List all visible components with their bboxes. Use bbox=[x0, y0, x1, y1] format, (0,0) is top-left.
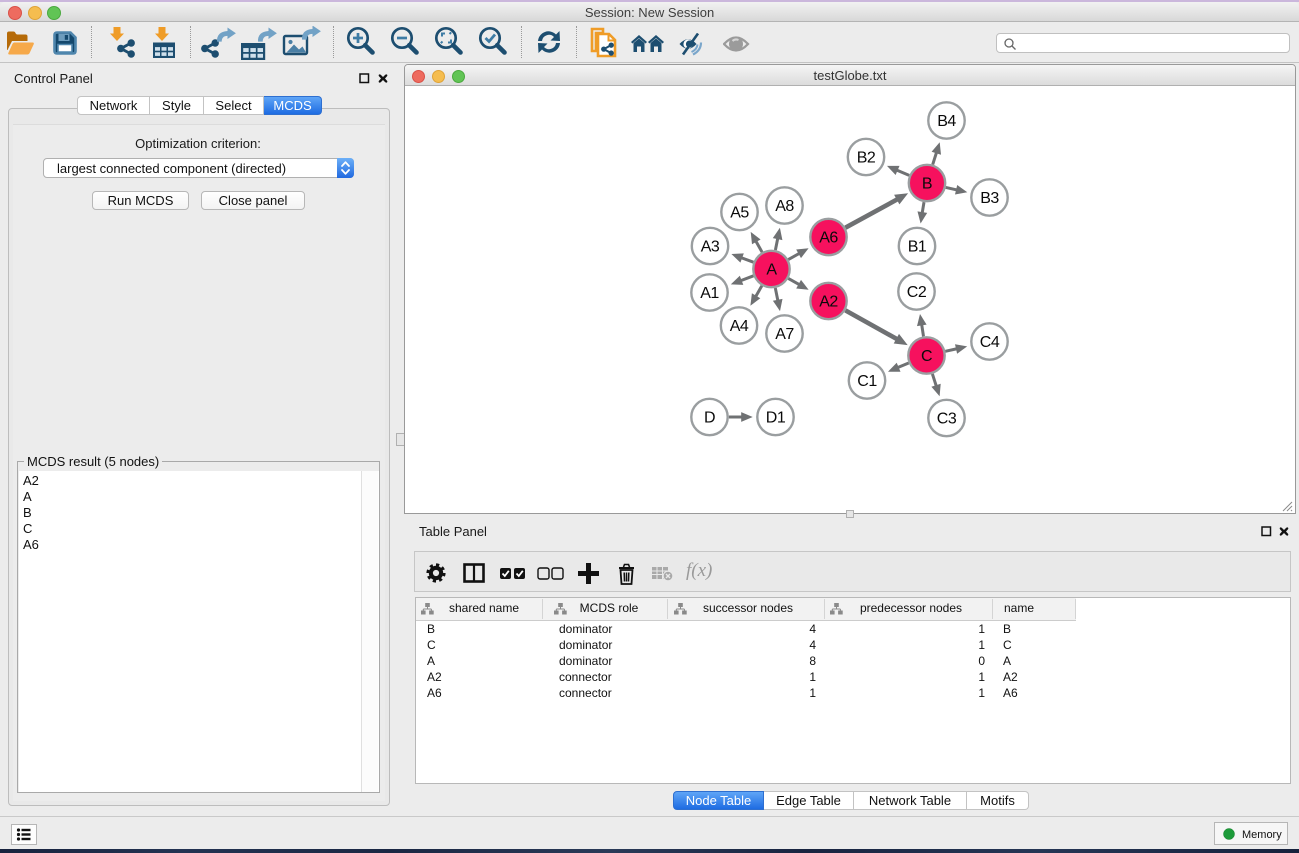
svg-text:A2: A2 bbox=[819, 294, 838, 311]
svg-text:B1: B1 bbox=[908, 239, 927, 256]
svg-text:B3: B3 bbox=[980, 190, 999, 207]
svg-text:B: B bbox=[922, 176, 932, 193]
svg-text:A7: A7 bbox=[775, 326, 794, 343]
svg-text:Memory: Memory bbox=[1242, 829, 1282, 841]
svg-text:C4: C4 bbox=[980, 334, 1000, 351]
svg-text:A8: A8 bbox=[775, 198, 794, 215]
svg-text:B2: B2 bbox=[857, 150, 876, 167]
svg-text:A4: A4 bbox=[730, 318, 749, 335]
svg-text:D: D bbox=[704, 410, 715, 427]
svg-text:A: A bbox=[766, 262, 777, 279]
svg-text:B4: B4 bbox=[937, 113, 956, 130]
svg-text:C3: C3 bbox=[937, 411, 957, 428]
svg-text:D1: D1 bbox=[766, 410, 786, 427]
svg-text:C2: C2 bbox=[907, 284, 927, 301]
svg-text:A1: A1 bbox=[700, 285, 719, 302]
svg-text:A3: A3 bbox=[701, 239, 720, 256]
svg-text:A5: A5 bbox=[730, 205, 749, 222]
svg-text:A6: A6 bbox=[819, 230, 838, 247]
svg-text:C: C bbox=[921, 348, 932, 365]
svg-text:C1: C1 bbox=[857, 373, 877, 390]
